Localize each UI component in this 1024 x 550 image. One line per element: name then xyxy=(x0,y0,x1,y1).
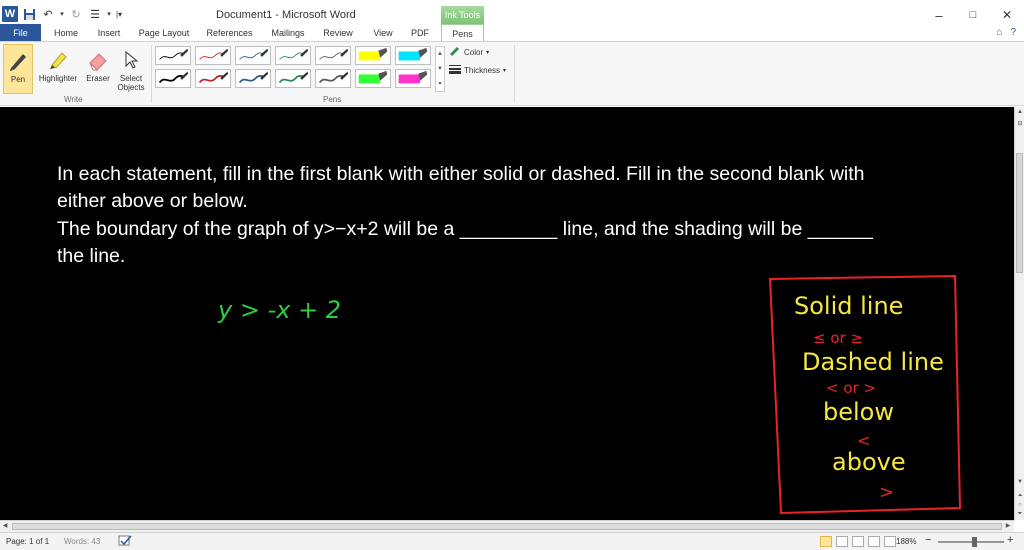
scroll-thumb[interactable] xyxy=(1016,153,1023,273)
zoom-out-button[interactable]: − xyxy=(925,534,931,546)
highlighter-icon xyxy=(44,46,72,74)
ribbon-right-controls: ⌂ ? xyxy=(996,27,1016,38)
window-title: Document1 - Microsoft Word xyxy=(216,9,356,21)
pen-style-swatch[interactable] xyxy=(275,69,311,88)
tab-mailings[interactable]: Mailings xyxy=(265,24,311,42)
word-app-icon[interactable]: W xyxy=(2,6,18,22)
pen-style-swatch[interactable] xyxy=(235,69,271,88)
proofing-icon[interactable] xyxy=(118,535,132,549)
color-button[interactable]: Color ▾ xyxy=(449,46,489,58)
ribbon-minimize-icon[interactable]: ⌂ xyxy=(996,27,1002,38)
outline-view-icon[interactable] xyxy=(868,536,880,547)
status-bar: Page: 1 of 1 Words: 43 188% − + xyxy=(0,532,1024,550)
tab-home[interactable]: Home xyxy=(47,24,85,42)
next-page-icon[interactable]: ⏷ xyxy=(1015,509,1024,519)
tab-view[interactable]: View xyxy=(366,24,400,42)
eraser-icon xyxy=(84,46,112,74)
select-objects-button[interactable]: Select Objects xyxy=(115,44,147,94)
web-layout-view-icon[interactable] xyxy=(852,536,864,547)
undo-dropdown-icon[interactable]: ▾ xyxy=(59,6,65,22)
tab-insert[interactable]: Insert xyxy=(90,24,128,42)
zoom-slider[interactable] xyxy=(938,541,1004,543)
paragraph-line: The boundary of the graph of y>−x+2 will… xyxy=(57,217,873,240)
eraser-label: Eraser xyxy=(86,74,110,83)
pen-style-swatch[interactable] xyxy=(315,46,351,65)
pen-style-swatch[interactable] xyxy=(235,46,271,65)
highlighter-label: Highlighter xyxy=(38,74,78,83)
help-icon[interactable]: ? xyxy=(1010,27,1016,38)
pen-style-swatch[interactable] xyxy=(195,69,231,88)
save-icon[interactable] xyxy=(21,6,37,22)
paragraph-line: the line. xyxy=(57,244,126,267)
pens-group-label: Pens xyxy=(323,95,342,104)
pen-style-swatch[interactable] xyxy=(275,46,311,65)
tab-references[interactable]: References xyxy=(202,24,257,42)
ribbon-tabs: File Home Insert Page Layout References … xyxy=(0,24,1024,42)
pen-style-swatch[interactable] xyxy=(355,69,391,88)
pen-style-swatch[interactable] xyxy=(355,46,391,65)
print-layout-view-icon[interactable] xyxy=(820,536,832,547)
full-screen-reading-view-icon[interactable] xyxy=(836,536,848,547)
pen-style-swatch[interactable] xyxy=(155,46,191,65)
ink-tools-context-label: Ink Tools xyxy=(441,6,484,24)
bullets-dropdown-icon[interactable]: ▾ xyxy=(106,6,112,22)
tab-pens[interactable]: Pens xyxy=(441,24,484,42)
word-count[interactable]: Words: 43 xyxy=(64,537,100,546)
page-count[interactable]: Page: 1 of 1 xyxy=(6,537,49,546)
eraser-button[interactable]: Eraser xyxy=(84,44,112,94)
tab-file[interactable]: File xyxy=(0,24,41,42)
pen-styles-gallery xyxy=(155,46,433,92)
pen-style-swatch[interactable] xyxy=(155,69,191,88)
write-group-label: Write xyxy=(64,95,83,104)
pen-color-icon xyxy=(449,46,461,58)
chevron-down-icon: ▾ xyxy=(486,49,490,56)
pen-style-swatch[interactable] xyxy=(195,46,231,65)
pen-style-swatch[interactable] xyxy=(315,69,351,88)
horizontal-scrollbar[interactable]: ◀ ▶ xyxy=(0,520,1014,532)
ribbon-pens: Pen Highlighter Eraser Select Objects Wr… xyxy=(0,41,1024,106)
word-window: W ↶ ▾ ↻ ☰ ▾ |▾ Document1 - Microsoft Wor… xyxy=(0,0,1024,550)
pen-style-swatch[interactable] xyxy=(395,69,431,88)
redo-icon[interactable]: ↻ xyxy=(68,6,84,22)
quick-access-toolbar: W ↶ ▾ ↻ ☰ ▾ |▾ xyxy=(2,6,123,22)
line-thickness-icon xyxy=(449,64,461,76)
highlighter-button[interactable]: Highlighter xyxy=(35,44,81,94)
objects-label: Objects xyxy=(117,83,145,92)
cursor-arrow-icon xyxy=(117,46,145,74)
color-label: Color xyxy=(464,47,484,57)
chevron-down-icon: ▾ xyxy=(503,67,507,74)
undo-icon[interactable]: ↶ xyxy=(40,6,56,22)
paragraph-line: In each statement, fill in the first bla… xyxy=(57,163,865,185)
thickness-label: Thickness xyxy=(464,65,501,75)
ruler-toggle-icon[interactable]: ⊟ xyxy=(1015,119,1024,129)
zoom-level[interactable]: 188% xyxy=(896,537,916,546)
paragraph-line: either above or below. xyxy=(57,190,248,213)
scroll-down-icon[interactable]: ▼ xyxy=(1015,477,1024,487)
zoom-slider-thumb[interactable] xyxy=(972,537,978,547)
draft-view-icon[interactable] xyxy=(884,536,896,547)
customize-toolbar-icon[interactable]: |▾ xyxy=(115,6,123,22)
zoom-in-button[interactable]: + xyxy=(1007,534,1013,546)
pen-button[interactable]: Pen xyxy=(3,44,33,94)
gallery-scroll[interactable]: ▲ ▼ ▾ xyxy=(435,46,445,92)
vertical-scrollbar[interactable]: ▲ ⊟ ▼ ⏶ ○ ⏷ xyxy=(1014,107,1024,520)
scroll-right-icon[interactable]: ▶ xyxy=(1003,521,1013,532)
group-separator xyxy=(151,45,152,103)
pen-icon xyxy=(4,47,32,75)
tab-pdf[interactable]: PDF xyxy=(405,24,435,42)
pen-label: Pen xyxy=(10,75,26,84)
tab-page-layout[interactable]: Page Layout xyxy=(135,24,193,42)
thickness-button[interactable]: Thickness ▾ xyxy=(449,64,506,76)
scroll-up-icon[interactable]: ▲ xyxy=(1015,107,1024,117)
bullets-icon[interactable]: ☰ xyxy=(87,6,103,22)
pen-style-swatch[interactable] xyxy=(395,46,431,65)
scroll-thumb[interactable] xyxy=(12,523,1002,530)
document-text[interactable]: In each statement, fill in the first bla… xyxy=(57,161,937,270)
select-label: Select xyxy=(119,74,143,83)
scroll-left-icon[interactable]: ◀ xyxy=(0,521,10,532)
group-separator xyxy=(514,45,515,103)
tab-review[interactable]: Review xyxy=(318,24,358,42)
